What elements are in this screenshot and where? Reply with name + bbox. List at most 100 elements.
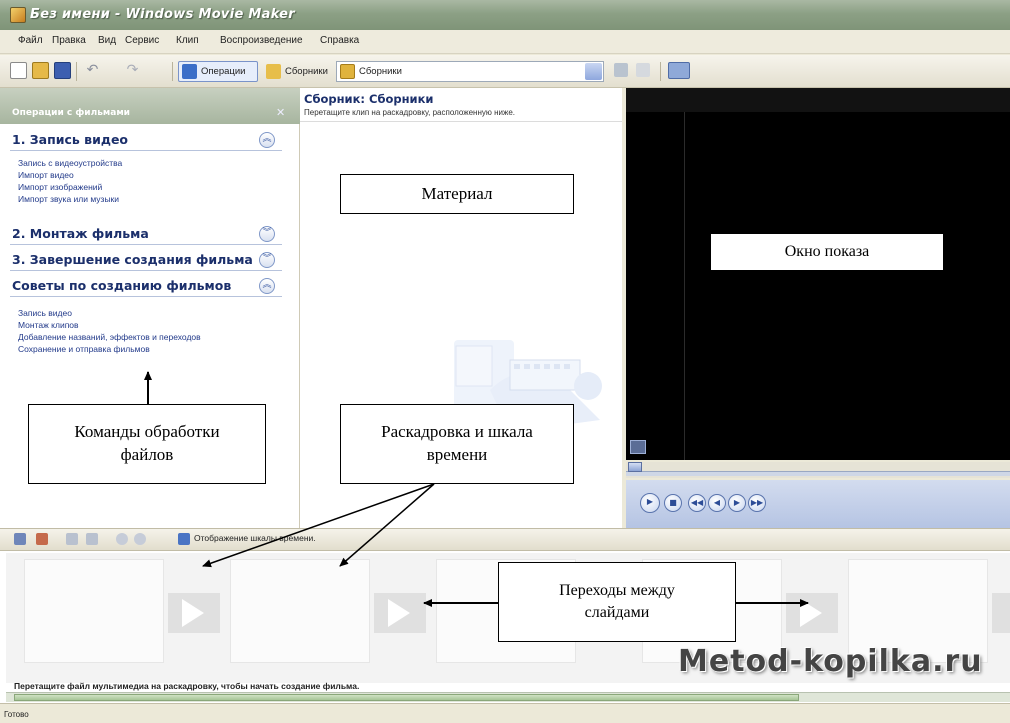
seek-thumb[interactable] bbox=[628, 462, 642, 472]
play-icon[interactable]: ▶ bbox=[640, 493, 660, 513]
section-divider bbox=[10, 244, 282, 245]
callout-slide-transitions: Переходы между слайдами bbox=[498, 562, 736, 642]
title-bar: Без имени - Windows Movie Maker bbox=[0, 0, 1010, 30]
film-icon[interactable] bbox=[14, 533, 26, 545]
link-tip-edit-clips[interactable]: Монтаж клипов bbox=[18, 320, 79, 330]
section-edit-movie[interactable]: 2. Монтаж фильма bbox=[12, 226, 149, 241]
link-tip-capture[interactable]: Запись видео bbox=[18, 308, 72, 318]
transition-arrow-icon bbox=[800, 599, 822, 627]
movie-maker-window: Без имени - Windows Movie Maker Файл Пра… bbox=[0, 0, 1010, 723]
save-project-icon[interactable] bbox=[54, 62, 71, 79]
rewind-icon[interactable] bbox=[116, 533, 128, 545]
section-movie-tips[interactable]: Советы по созданию фильмов bbox=[12, 278, 231, 293]
show-timeline-button[interactable]: Отображение шкалы времени. bbox=[178, 533, 316, 545]
menu-view[interactable]: Вид bbox=[98, 35, 116, 46]
narrate-icon[interactable] bbox=[36, 533, 48, 545]
previous-frame-icon[interactable]: ◀◀ bbox=[688, 494, 706, 512]
back-icon[interactable]: ◀ bbox=[708, 494, 726, 512]
up-folder-icon[interactable] bbox=[614, 63, 628, 77]
transition-slot[interactable] bbox=[786, 593, 838, 633]
preview-guide-line bbox=[684, 112, 685, 460]
zoom-in-icon[interactable] bbox=[66, 533, 78, 545]
link-import-pictures[interactable]: Импорт изображений bbox=[18, 182, 102, 192]
collection-hint: Перетащите клип на раскадровку, располож… bbox=[304, 108, 515, 117]
forward-icon[interactable]: ▶ bbox=[728, 494, 746, 512]
collections-icon bbox=[266, 64, 281, 79]
play-storyboard-icon[interactable] bbox=[134, 533, 146, 545]
menu-tools[interactable]: Сервис bbox=[125, 35, 159, 46]
transition-arrow-icon bbox=[182, 599, 204, 627]
chevron-down-icon[interactable]: ︾ bbox=[259, 252, 275, 268]
section-divider bbox=[10, 150, 282, 151]
tasks-label: Операции bbox=[201, 66, 246, 77]
views-icon[interactable] bbox=[668, 62, 690, 79]
task-pane-title: Операции с фильмами bbox=[12, 108, 130, 118]
menu-bar: Файл Правка Вид Сервис Клип Воспроизведе… bbox=[0, 30, 1010, 54]
callout-storyboard-timeline: Раскадровка и шкала времени bbox=[340, 404, 574, 484]
toolbar-separator bbox=[76, 62, 77, 81]
redo-icon[interactable]: ↷ bbox=[124, 62, 141, 79]
collection-select[interactable]: Сборники bbox=[336, 61, 604, 82]
menu-help[interactable]: Справка bbox=[320, 35, 359, 46]
seek-track[interactable] bbox=[626, 471, 1010, 476]
callout-material: Материал bbox=[340, 174, 574, 214]
link-capture-from-device[interactable]: Запись с видеоустройства bbox=[18, 158, 122, 168]
toolbar-separator bbox=[660, 62, 661, 81]
horizontal-scrollbar[interactable] bbox=[6, 692, 1010, 702]
collections-button[interactable]: Сборники bbox=[262, 61, 332, 82]
chevron-down-icon[interactable] bbox=[585, 63, 602, 80]
storyboard-clip-slot[interactable] bbox=[24, 559, 164, 663]
preview-top-bar bbox=[626, 88, 1010, 112]
toolbar-separator bbox=[172, 62, 173, 81]
tasks-button[interactable]: Операции bbox=[178, 61, 258, 82]
tasks-icon bbox=[182, 64, 197, 79]
stop-icon[interactable]: ■ bbox=[664, 494, 682, 512]
section-finish-movie[interactable]: 3. Завершение создания фильма bbox=[12, 252, 253, 267]
next-frame-icon[interactable]: ▶▶ bbox=[748, 494, 766, 512]
window-title: Без имени - Windows Movie Maker bbox=[30, 7, 296, 22]
callout-preview-window: Окно показа bbox=[710, 233, 944, 271]
open-project-icon[interactable] bbox=[32, 62, 49, 79]
folder-icon bbox=[340, 64, 355, 79]
transition-slot[interactable] bbox=[992, 593, 1010, 633]
toolbar: ↶ ↷ Операции Сборники Сборники bbox=[0, 55, 1010, 88]
playback-controls: ▶ ■ ◀◀ ◀ ▶ ▶▶ bbox=[626, 480, 1010, 528]
status-text: Готово bbox=[4, 710, 29, 719]
menu-play[interactable]: Воспроизведение bbox=[220, 35, 303, 46]
link-import-audio[interactable]: Импорт звука или музыки bbox=[18, 194, 119, 204]
transition-arrow-icon bbox=[388, 599, 410, 627]
transition-slot[interactable] bbox=[374, 593, 426, 633]
chevron-up-icon[interactable]: ︽ bbox=[259, 132, 275, 148]
app-icon bbox=[10, 7, 26, 23]
close-icon[interactable]: ✕ bbox=[276, 106, 285, 119]
transition-slot[interactable] bbox=[168, 593, 220, 633]
undo-icon[interactable]: ↶ bbox=[84, 62, 101, 79]
timeline-icon bbox=[178, 533, 190, 545]
link-tip-save-send[interactable]: Сохранение и отправка фильмов bbox=[18, 344, 150, 354]
new-folder-icon[interactable] bbox=[636, 63, 650, 77]
section-divider bbox=[10, 296, 282, 297]
site-watermark: Metod-kopilka.ru bbox=[678, 644, 983, 679]
zoom-out-icon[interactable] bbox=[86, 533, 98, 545]
new-project-icon[interactable] bbox=[10, 62, 27, 79]
seek-bar[interactable] bbox=[626, 462, 1010, 478]
chevron-up-icon[interactable]: ︽ bbox=[259, 278, 275, 294]
section-capture-video[interactable]: 1. Запись видео bbox=[12, 132, 128, 147]
storyboard-clip-slot[interactable] bbox=[230, 559, 370, 663]
menu-edit[interactable]: Правка bbox=[52, 35, 86, 46]
storyboard-toolbar: Отображение шкалы времени. bbox=[0, 528, 1010, 551]
chevron-down-icon[interactable]: ︾ bbox=[259, 226, 275, 242]
split-clip-icon[interactable] bbox=[630, 440, 646, 454]
link-tip-titles-effects[interactable]: Добавление названий, эффектов и переходо… bbox=[18, 332, 201, 342]
collections-label: Сборники bbox=[285, 66, 328, 77]
task-pane-header: Операции с фильмами ✕ bbox=[0, 88, 300, 124]
callout-file-commands: Команды обработки файлов bbox=[28, 404, 266, 484]
preview-screen bbox=[626, 88, 1010, 460]
link-import-video[interactable]: Импорт видео bbox=[18, 170, 74, 180]
show-timeline-label: Отображение шкалы времени. bbox=[194, 533, 316, 543]
collection-title: Сборник: Сборники bbox=[304, 92, 434, 106]
scrollbar-thumb[interactable] bbox=[14, 694, 799, 701]
menu-file[interactable]: Файл bbox=[18, 35, 43, 46]
menu-clip[interactable]: Клип bbox=[176, 35, 199, 46]
collection-divider bbox=[300, 121, 622, 122]
